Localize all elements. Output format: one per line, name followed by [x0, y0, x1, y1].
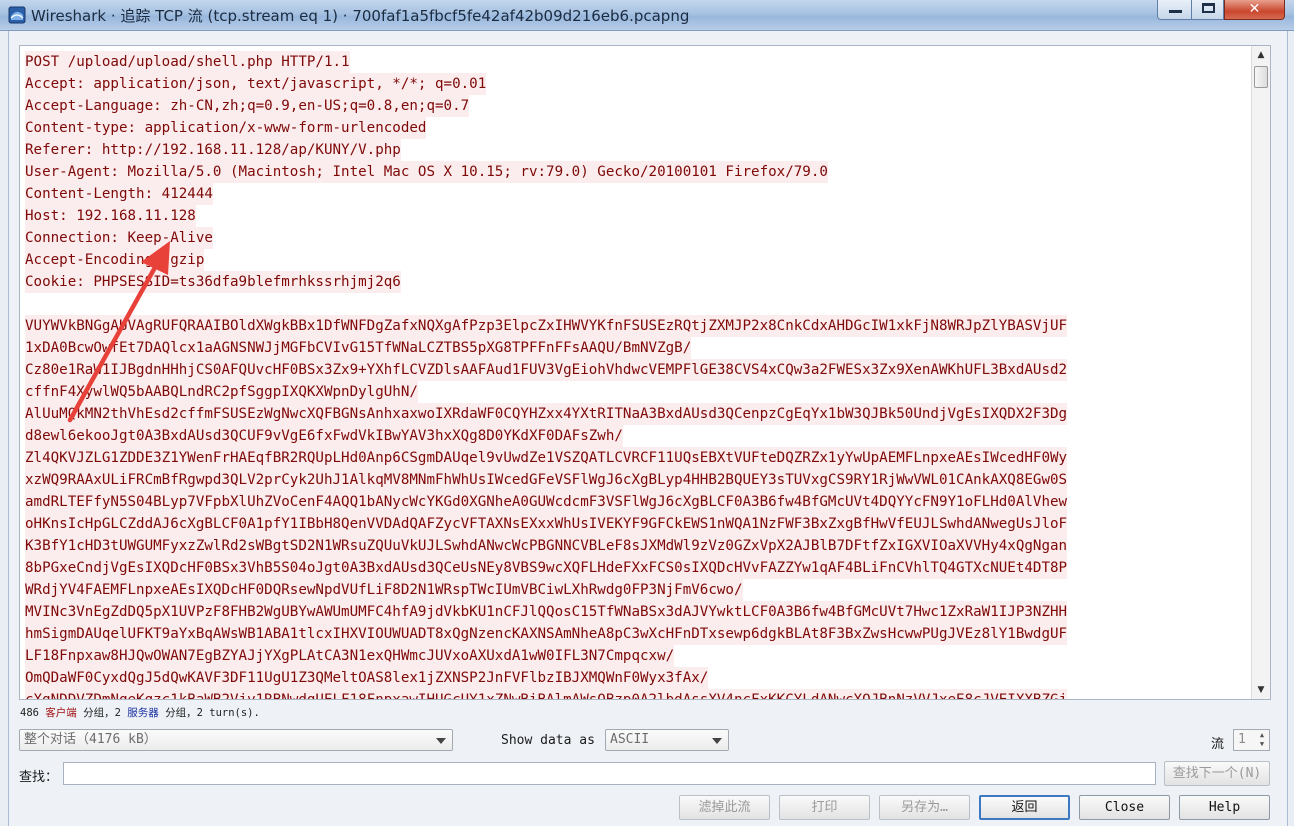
http-header-line: POST /upload/upload/shell.php HTTP/1.1 — [25, 51, 350, 73]
scroll-up-icon[interactable]: ▲ — [1252, 46, 1270, 64]
title-bar: Wireshark · 追踪 TCP 流 (tcp.stream eq 1) ·… — [0, 0, 1294, 31]
body-data-line: AlUuMQkMN2thVhEsd2cffmFSUSEzWgNwcXQFBGNs… — [25, 403, 1068, 425]
body-data-line: MVINc3VnEgZdDQ5pX1UVPzF8FHB2WgUBYwAWUmUM… — [25, 601, 1068, 623]
wireshark-icon — [8, 6, 26, 24]
body-data-line: Cz80e1RaW1IJBgdnHHhjCS0AFQUvcHF0BSx3Zx9+… — [25, 359, 1068, 381]
stream-number-value: 1 — [1238, 732, 1246, 747]
body-data-line: 8bPGxeCndjVgEsIXQDcHF0BSx3VhB5S04oJgt0A3… — [25, 557, 1068, 579]
body-data-line: xzWQ9RAAxULiFRCmBfRgwpd3QLV2prCyk2UhJ1Al… — [25, 469, 1068, 491]
http-header-line: Referer: http://192.168.11.128/ap/KUNY/V… — [25, 139, 401, 161]
conversation-select-value: 整个对话（4176 kB） — [24, 732, 157, 747]
vertical-scrollbar[interactable]: ▲ ▼ — [1251, 46, 1270, 699]
close-window-button[interactable]: ✕ — [1224, 0, 1285, 20]
stream-content-pane[interactable]: POST /upload/upload/shell.php HTTP/1.1 Ac… — [19, 45, 1271, 700]
http-header-line: User-Agent: Mozilla/5.0 (Macintosh; Inte… — [25, 161, 828, 183]
maximize-icon — [1202, 3, 1215, 13]
maximize-button[interactable] — [1191, 0, 1224, 20]
body-data-line: K3BfY1cHD3tUWGUMFyxzZwlRd2sWBgtSD2N1WRsu… — [25, 535, 1068, 557]
body-data-line: oHKnsIcHpGLCZddAJ6cXgBLCF0A1pfY1IBbH8Qen… — [25, 513, 1068, 535]
http-header-line: Connection: Keep-Alive — [25, 227, 213, 249]
help-button[interactable]: Help — [1179, 795, 1270, 820]
conversation-select[interactable]: 整个对话（4176 kB） — [19, 729, 453, 751]
stepper-down-icon[interactable]: ▼ — [1256, 740, 1268, 749]
body-data-line: cffnF4XywlWQ5bAABQLndRC2pfSggpIXQKXWpnDy… — [25, 381, 418, 403]
show-data-as-select[interactable]: ASCII — [605, 729, 729, 751]
body-data-line: WRdjYV4FAEMFLnpxeAEsIXQDcHF0DQRsewNpdVUf… — [25, 579, 743, 601]
body-data-line: Zl4QKVJZLG1ZDDE3Z1YWenFrHAEqfBR2RQUpLHd0… — [25, 447, 1068, 469]
find-label: 查找： — [19, 770, 59, 785]
scroll-thumb[interactable] — [1254, 66, 1268, 88]
body-data-line: hmSigmDAUqelUFKT9aYxBqAWsWB1ABA1tlcxIHXV… — [25, 623, 1068, 645]
find-input[interactable] — [63, 762, 1156, 785]
http-header-line: Accept: application/json, text/javascrip… — [25, 73, 487, 95]
minimize-icon — [1169, 10, 1182, 13]
summary-count: 486 — [20, 707, 39, 719]
stepper-up-icon[interactable]: ▲ — [1256, 731, 1268, 740]
chevron-down-icon — [436, 738, 446, 744]
body-data-line: LF18Fnpxaw8HJQwOWAN7EgBZYAJjYXgPLAtCA3N1… — [25, 645, 675, 667]
http-header-line: Accept-Encoding: gzip — [25, 249, 205, 271]
body-data-line: OmQDaWF0CyxdQgJ5dQwKAVF3DF11UgU1Z3QMeltO… — [25, 667, 709, 689]
back-button[interactable]: 返回 — [979, 795, 1070, 820]
body-data-line: d8ewl6ekooJgt0A3BxdAUsd3QCUF9vVgE6fxFwdV… — [25, 425, 623, 447]
body-data-line: 1xDA0BcwOwfEt7DAQlcx1aAGNSNWJjMGFbCVIvG1… — [25, 337, 692, 359]
window-title: Wireshark · 追踪 TCP 流 (tcp.stream eq 1) ·… — [31, 7, 690, 25]
summary-mid1: 分组，2 — [83, 707, 121, 719]
body-data-line: cXgNDDVZDmNqeKgzc1kBaWB2Vjv1RBNwdgUELF18… — [25, 689, 1068, 699]
chevron-down-icon — [712, 738, 722, 744]
scroll-down-icon[interactable]: ▼ — [1252, 681, 1270, 699]
save-as-button[interactable]: 另存为… — [879, 795, 970, 820]
close-button[interactable]: Close — [1079, 795, 1170, 820]
summary-client-label: 客户端 — [45, 707, 77, 719]
body-data-line: amdRLTEFfyN5S04BLyp7VFpbXlUhZVoCenF4AQQ1… — [25, 491, 1068, 513]
find-next-button[interactable]: 查找下一个(N) — [1164, 761, 1270, 786]
summary-mid2: 分组，2 turn(s). — [165, 707, 260, 719]
stream-summary: 486 客户端 分组，2 服务器 分组，2 turn(s). — [20, 705, 260, 720]
http-header-line: Accept-Language: zh-CN,zh;q=0.9,en-US;q=… — [25, 95, 470, 117]
stream-label: 流 — [1211, 737, 1225, 752]
print-button[interactable]: 打印 — [779, 795, 870, 820]
http-header-line: Host: 192.168.11.128 — [25, 205, 196, 227]
stream-text: POST /upload/upload/shell.php HTTP/1.1 Ac… — [20, 46, 1251, 699]
http-header-line: Cookie: PHPSESSID=ts36dfa9blefmrhkssrhjm… — [25, 271, 401, 293]
close-icon: ✕ — [1248, 1, 1261, 17]
http-header-line: Content-Length: 412444 — [25, 183, 213, 205]
stream-number-stepper[interactable]: 1 ▲ ▼ — [1233, 729, 1270, 751]
filter-out-button[interactable]: 滤掉此流 — [679, 795, 770, 820]
summary-server-label: 服务器 — [127, 707, 159, 719]
body-data-line: VUYWVkBNGgAUVAgRUFQRAAIBOldXWgkBBx1DfWNF… — [25, 315, 1068, 337]
minimize-button[interactable] — [1157, 0, 1192, 20]
http-header-line: Content-type: application/x-www-form-url… — [25, 117, 427, 139]
show-data-as-label: Show data as — [501, 733, 595, 748]
show-data-as-value: ASCII — [610, 732, 650, 747]
